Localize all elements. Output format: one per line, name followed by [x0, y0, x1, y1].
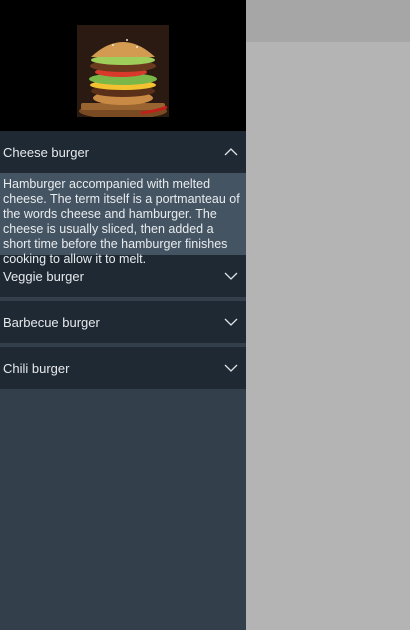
accordion-title: Cheese burger: [3, 144, 89, 160]
chevron-down-icon: [224, 272, 238, 280]
chevron-up-icon: [224, 148, 238, 156]
accordion-title: Chili burger: [3, 360, 70, 376]
accordion-item-barbecue-burger: Barbecue burger: [0, 301, 246, 343]
chevron-down-icon: [224, 364, 238, 372]
accordion-header-barbecue-burger[interactable]: Barbecue burger: [0, 301, 246, 343]
side-drawer: Cheese burger Hamburger accompanied with…: [0, 0, 246, 630]
accordion-item-cheese-burger: Cheese burger Hamburger accompanied with…: [0, 131, 246, 266]
accordion-header-cheese-burger[interactable]: Cheese burger: [0, 131, 246, 173]
main-content-area: [246, 42, 410, 630]
burger-image: [77, 25, 169, 117]
main-topbar: [246, 0, 410, 42]
accordion-body-cheese-burger: Hamburger accompanied with melted cheese…: [0, 173, 246, 266]
burger-accordion: Cheese burger Hamburger accompanied with…: [0, 131, 246, 389]
accordion-header-chili-burger[interactable]: Chili burger: [0, 347, 246, 389]
drawer-header: [0, 0, 246, 131]
accordion-item-chili-burger: Chili burger: [0, 347, 246, 389]
accordion-title: Veggie burger: [3, 268, 84, 284]
chevron-down-icon: [224, 318, 238, 326]
accordion-title: Barbecue burger: [3, 314, 100, 330]
